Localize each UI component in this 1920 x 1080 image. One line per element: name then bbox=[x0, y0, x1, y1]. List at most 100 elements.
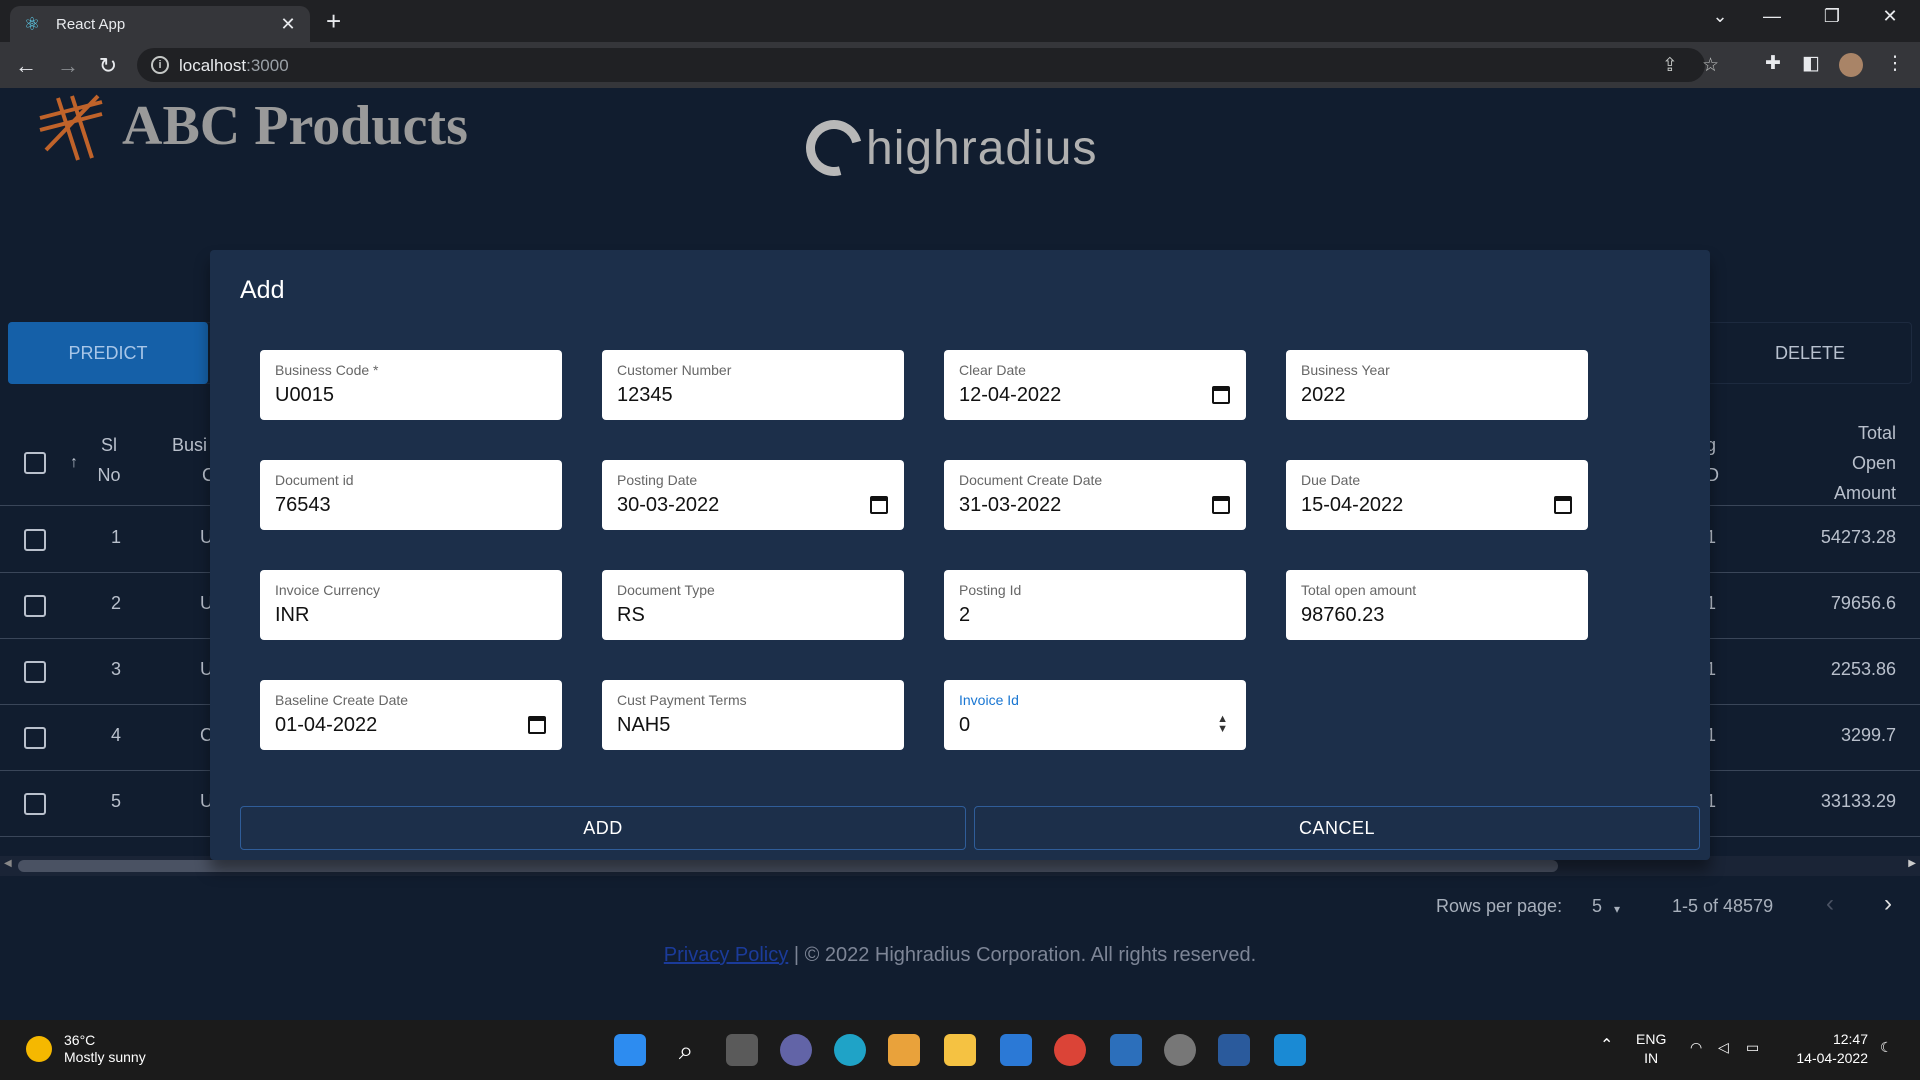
tab-search-icon[interactable]: ⌄ bbox=[1700, 6, 1740, 27]
number-spinner-icon[interactable]: ▲ ▼ bbox=[1217, 714, 1228, 735]
row-checkbox[interactable] bbox=[24, 793, 46, 815]
notifications-icon[interactable]: ☾ bbox=[1880, 1038, 1893, 1057]
row-checkbox[interactable] bbox=[24, 727, 46, 749]
wifi-icon[interactable]: ◠ bbox=[1690, 1038, 1702, 1057]
clock-date: 14-04-2022 bbox=[1796, 1050, 1868, 1066]
prev-page-icon[interactable]: ‹ bbox=[1826, 890, 1834, 918]
address-bar[interactable]: i localhost:3000 ⇪ ☆ bbox=[137, 48, 1719, 82]
language-indicator[interactable]: ENG IN bbox=[1636, 1030, 1666, 1068]
header-business[interactable]: Busi C bbox=[172, 430, 215, 490]
due-date-value[interactable]: 15-04-2022 bbox=[1301, 494, 1403, 517]
cust-payment-terms-value[interactable]: NAH5 bbox=[617, 714, 670, 737]
window-close-icon[interactable]: ✕ bbox=[1870, 6, 1910, 27]
delete-button[interactable]: DELETE bbox=[1710, 322, 1910, 384]
clock[interactable]: 12:47 14-04-2022 bbox=[1784, 1030, 1868, 1068]
restore-icon[interactable]: ❐ bbox=[1812, 6, 1852, 27]
new-tab-icon[interactable]: + bbox=[326, 8, 341, 34]
business-code-field[interactable]: Business Code * U0015 bbox=[260, 350, 562, 420]
header-total-open-amount[interactable]: Total Open Amount bbox=[1834, 418, 1896, 508]
add-button[interactable]: ADD bbox=[240, 806, 966, 850]
baseline-create-date-field[interactable]: Baseline Create Date 01-04-2022 bbox=[260, 680, 562, 750]
calendar-icon[interactable] bbox=[870, 496, 888, 514]
scroll-left-icon[interactable]: ◀ bbox=[4, 858, 12, 869]
invoice-id-field[interactable]: Invoice Id 0 ▲ ▼ bbox=[944, 680, 1246, 750]
invoice-currency-value[interactable]: INR bbox=[275, 604, 309, 627]
clear-date-value[interactable]: 12-04-2022 bbox=[959, 384, 1061, 407]
browser-tab[interactable]: ⚛ React App ✕ bbox=[10, 6, 310, 42]
cancel-button[interactable]: CANCEL bbox=[974, 806, 1700, 850]
row-checkbox[interactable] bbox=[24, 661, 46, 683]
invoice-currency-field[interactable]: Invoice Currency INR bbox=[260, 570, 562, 640]
add-dialog: Add Business Code * U0015 Customer Numbe… bbox=[210, 250, 1710, 860]
row-checkbox[interactable] bbox=[24, 529, 46, 551]
settings-gear-icon[interactable] bbox=[1164, 1034, 1196, 1066]
baseline-create-date-value[interactable]: 01-04-2022 bbox=[275, 714, 377, 737]
posting-id-field[interactable]: Posting Id 2 bbox=[944, 570, 1246, 640]
mail-icon[interactable] bbox=[1000, 1034, 1032, 1066]
back-icon[interactable]: ← bbox=[12, 52, 40, 80]
forward-icon[interactable]: → bbox=[54, 52, 82, 80]
bookmark-star-icon[interactable]: ☆ bbox=[1702, 54, 1719, 77]
posting-date-field[interactable]: Posting Date 30-03-2022 bbox=[602, 460, 904, 530]
document-create-date-value[interactable]: 31-03-2022 bbox=[959, 494, 1061, 517]
calendar-icon[interactable] bbox=[1212, 386, 1230, 404]
document-type-field[interactable]: Document Type RS bbox=[602, 570, 904, 640]
document-id-field[interactable]: Document id 76543 bbox=[260, 460, 562, 530]
weather-widget[interactable]: 36°C Mostly sunny bbox=[26, 1032, 146, 1066]
header-sl-no[interactable]: Sl No bbox=[88, 430, 130, 490]
posting-date-value[interactable]: 30-03-2022 bbox=[617, 494, 719, 517]
calendar-icon[interactable] bbox=[528, 716, 546, 734]
business-code-value[interactable]: U0015 bbox=[275, 384, 334, 407]
store-icon[interactable] bbox=[888, 1034, 920, 1066]
customer-number-value[interactable]: 12345 bbox=[617, 384, 673, 407]
calendar-icon[interactable] bbox=[1554, 496, 1572, 514]
document-type-value[interactable]: RS bbox=[617, 604, 645, 627]
customer-number-field[interactable]: Customer Number 12345 bbox=[602, 350, 904, 420]
minimize-icon[interactable]: — bbox=[1752, 6, 1792, 27]
tab-close-icon[interactable]: ✕ bbox=[278, 14, 298, 35]
task-view-icon[interactable] bbox=[726, 1034, 758, 1066]
chat-icon[interactable] bbox=[780, 1034, 812, 1066]
search-icon[interactable]: ⌕ bbox=[670, 1034, 702, 1066]
rows-per-page-select[interactable]: 5 bbox=[1592, 896, 1602, 917]
business-year-field[interactable]: Business Year 2022 bbox=[1286, 350, 1588, 420]
side-panel-icon[interactable]: ◧ bbox=[1798, 52, 1824, 75]
reload-icon[interactable]: ↻ bbox=[94, 52, 122, 80]
due-date-field[interactable]: Due Date 15-04-2022 bbox=[1286, 460, 1588, 530]
file-explorer-icon[interactable] bbox=[944, 1034, 976, 1066]
edge-icon[interactable] bbox=[834, 1034, 866, 1066]
cust-payment-terms-field[interactable]: Cust Payment Terms NAH5 bbox=[602, 680, 904, 750]
start-icon[interactable] bbox=[614, 1034, 646, 1066]
battery-icon[interactable]: ▭ bbox=[1746, 1038, 1759, 1057]
next-page-icon[interactable]: › bbox=[1884, 890, 1892, 918]
invoice-id-value[interactable]: 0 bbox=[959, 714, 970, 737]
total-open-amount-value[interactable]: 98760.23 bbox=[1301, 604, 1384, 627]
clear-date-field[interactable]: Clear Date 12-04-2022 bbox=[944, 350, 1246, 420]
chrome-icon[interactable] bbox=[1054, 1034, 1086, 1066]
scroll-right-icon[interactable]: ▶ bbox=[1908, 858, 1916, 869]
volume-icon[interactable]: ◁ bbox=[1718, 1038, 1729, 1057]
share-icon[interactable]: ⇪ bbox=[1662, 54, 1678, 77]
calendar-icon[interactable] bbox=[1212, 496, 1230, 514]
row-checkbox[interactable] bbox=[24, 595, 46, 617]
sort-arrow-icon[interactable]: ↑ bbox=[70, 448, 78, 478]
document-create-date-field[interactable]: Document Create Date 31-03-2022 bbox=[944, 460, 1246, 530]
select-all-checkbox[interactable] bbox=[24, 452, 46, 474]
vscode-icon[interactable] bbox=[1274, 1034, 1306, 1066]
predict-button[interactable]: PREDICT bbox=[8, 322, 208, 384]
scrollbar-thumb[interactable] bbox=[18, 860, 1558, 872]
posting-id-value[interactable]: 2 bbox=[959, 604, 970, 627]
browser-menu-icon[interactable]: ⋮ bbox=[1882, 52, 1908, 75]
powershell-icon[interactable] bbox=[1218, 1034, 1250, 1066]
privacy-policy-link[interactable]: Privacy Policy bbox=[664, 944, 788, 966]
url-text[interactable]: localhost:3000 bbox=[179, 56, 289, 76]
extensions-icon[interactable]: ✚ bbox=[1760, 52, 1786, 75]
site-info-icon[interactable]: i bbox=[151, 56, 169, 74]
document-id-value[interactable]: 76543 bbox=[275, 494, 331, 517]
rows-per-page-dropdown-icon[interactable]: ▾ bbox=[1614, 902, 1620, 916]
tray-overflow-icon[interactable]: ⌃ bbox=[1600, 1036, 1613, 1055]
profile-avatar[interactable] bbox=[1839, 53, 1863, 77]
business-year-value[interactable]: 2022 bbox=[1301, 384, 1346, 407]
mysql-icon[interactable] bbox=[1110, 1034, 1142, 1066]
total-open-amount-field[interactable]: Total open amount 98760.23 bbox=[1286, 570, 1588, 640]
